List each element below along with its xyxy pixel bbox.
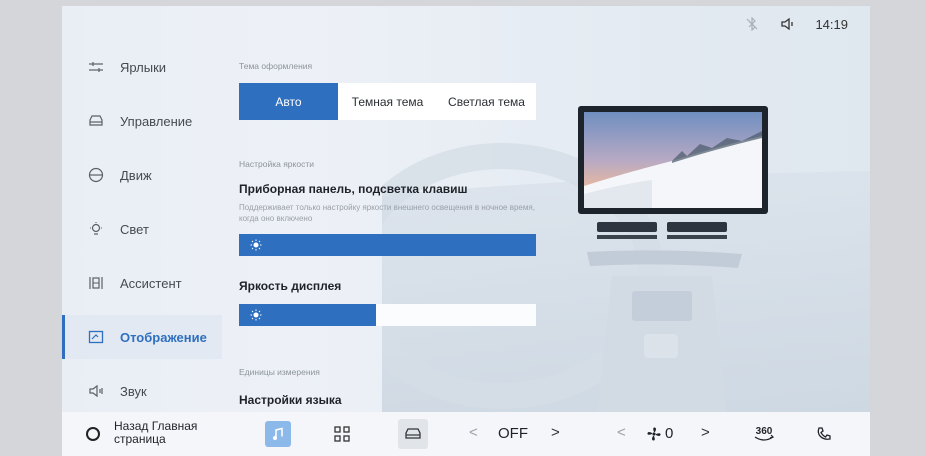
slider-fill bbox=[239, 234, 536, 256]
bluetooth-off-icon bbox=[743, 15, 761, 33]
clock: 14:19 bbox=[815, 16, 848, 32]
sun-icon bbox=[250, 309, 262, 321]
sidebar-item-display[interactable]: Отображение bbox=[62, 315, 222, 359]
fan-increase-icon[interactable]: > bbox=[701, 424, 710, 441]
brightness-section-label: Настройка яркости bbox=[239, 159, 314, 169]
sun-icon bbox=[250, 239, 262, 251]
theme-selector: Авто Темная тема Светлая тема bbox=[239, 83, 536, 120]
display-icon bbox=[88, 329, 104, 345]
theme-option-light[interactable]: Светлая тема bbox=[437, 83, 536, 120]
home-button-icon[interactable] bbox=[86, 427, 100, 441]
display-brightness-slider[interactable] bbox=[239, 304, 536, 326]
steering-wheel-icon bbox=[88, 167, 104, 183]
climate-temperature: OFF bbox=[498, 425, 528, 442]
settings-sidebar: Ярлыки Управление Движ Свет Ассистент От… bbox=[62, 42, 222, 412]
language-settings-title[interactable]: Настройки языка bbox=[239, 393, 342, 407]
assistant-icon bbox=[88, 275, 104, 291]
sidebar-item-shortcuts[interactable]: Ярлыки bbox=[62, 45, 222, 89]
sidebar-item-assistant[interactable]: Ассистент bbox=[62, 261, 222, 305]
shortcuts-icon bbox=[88, 59, 104, 75]
fan-decrease-icon[interactable]: < bbox=[617, 424, 626, 441]
music-icon[interactable] bbox=[265, 421, 291, 447]
sidebar-item-label: Отображение bbox=[120, 329, 207, 345]
sidebar-item-label: Звук bbox=[120, 383, 147, 399]
display-brightness-title: Яркость дисплея bbox=[239, 279, 342, 293]
camera-360-label: 360 bbox=[756, 426, 773, 437]
sidebar-item-label: Управление bbox=[120, 113, 193, 129]
temp-increase-icon[interactable]: > bbox=[551, 424, 560, 441]
theme-option-dark[interactable]: Темная тема bbox=[338, 83, 437, 120]
car-control-icon bbox=[88, 113, 104, 129]
panel-brightness-description: Поддерживает только настройку яркости вн… bbox=[239, 203, 535, 223]
panel-brightness-slider[interactable] bbox=[239, 234, 536, 256]
phone-icon[interactable] bbox=[814, 424, 834, 444]
sound-icon bbox=[88, 383, 104, 399]
fan-level-value: 0 bbox=[665, 425, 674, 442]
units-section-label: Единицы измерения bbox=[239, 367, 320, 377]
sidebar-item-label: Движ bbox=[120, 167, 152, 183]
apps-grid-icon[interactable] bbox=[332, 424, 352, 444]
sidebar-item-sound[interactable]: Звук bbox=[62, 369, 222, 413]
car-icon[interactable] bbox=[398, 419, 428, 449]
settings-screen: 14:19 Ярлыки Управление Движ Свет Ассист… bbox=[62, 6, 870, 450]
temp-decrease-icon[interactable]: < bbox=[469, 424, 478, 441]
sidebar-item-light[interactable]: Свет bbox=[62, 207, 222, 251]
bottom-dock: Назад Главная страница < OFF > < 0 > 360 bbox=[62, 412, 870, 456]
sidebar-item-label: Свет bbox=[120, 221, 149, 237]
theme-section-label: Тема оформления bbox=[239, 61, 313, 71]
sidebar-item-drive[interactable]: Движ bbox=[62, 153, 222, 197]
volume-icon[interactable] bbox=[779, 15, 797, 33]
light-icon bbox=[88, 221, 104, 237]
home-button-label[interactable]: Назад Главная страница bbox=[114, 420, 224, 446]
fan-icon bbox=[647, 426, 661, 441]
theme-option-auto[interactable]: Авто bbox=[239, 83, 338, 120]
sidebar-item-control[interactable]: Управление bbox=[62, 99, 222, 143]
fan-speed: 0 bbox=[646, 425, 673, 442]
status-bar: 14:19 bbox=[743, 14, 848, 34]
sidebar-item-label: Ассистент bbox=[120, 275, 182, 291]
panel-brightness-title: Приборная панель, подсветка клавиш bbox=[239, 182, 468, 196]
camera-360-icon[interactable]: 360 bbox=[750, 420, 778, 448]
sidebar-item-label: Ярлыки bbox=[120, 59, 167, 75]
